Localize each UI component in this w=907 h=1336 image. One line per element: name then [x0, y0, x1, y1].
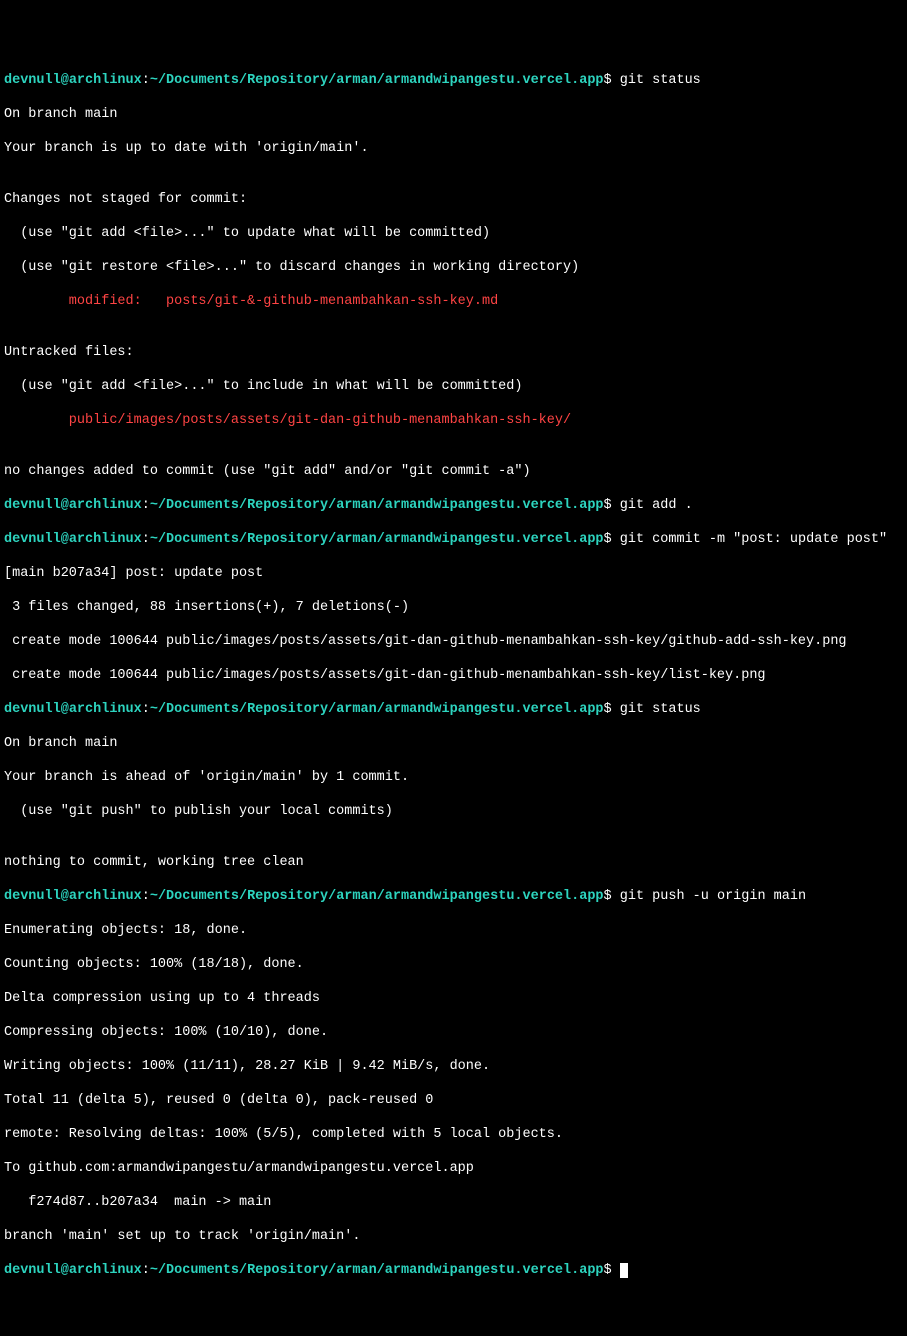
command-text: git add .: [612, 498, 693, 513]
prompt-colon: :: [142, 498, 150, 513]
prompt-at: @: [61, 532, 69, 547]
output-line: On branch main: [4, 106, 903, 123]
prompt-dollar: $: [604, 1263, 612, 1278]
output-line: Total 11 (delta 5), reused 0 (delta 0), …: [4, 1092, 903, 1109]
prompt-at: @: [61, 889, 69, 904]
output-line: remote: Resolving deltas: 100% (5/5), co…: [4, 1126, 903, 1143]
output-line: (use "git push" to publish your local co…: [4, 803, 903, 820]
output-line: On branch main: [4, 735, 903, 752]
prompt-line: devnull@archlinux:~/Documents/Repository…: [4, 72, 903, 89]
modified-file: modified: posts/git-&-github-menambahkan…: [4, 293, 903, 310]
prompt-path: ~/Documents/Repository/arman/armandwipan…: [150, 1263, 604, 1278]
output-line: Delta compression using up to 4 threads: [4, 990, 903, 1007]
prompt-colon: :: [142, 73, 150, 88]
prompt-colon: :: [142, 702, 150, 717]
output-line: Writing objects: 100% (11/11), 28.27 KiB…: [4, 1058, 903, 1075]
prompt-at: @: [61, 1263, 69, 1278]
untracked-file: public/images/posts/assets/git-dan-githu…: [4, 412, 903, 429]
prompt-user: devnull: [4, 702, 61, 717]
output-line: Untracked files:: [4, 344, 903, 361]
output-line: Enumerating objects: 18, done.: [4, 922, 903, 939]
prompt-user: devnull: [4, 1263, 61, 1278]
prompt-path: ~/Documents/Repository/arman/armandwipan…: [150, 498, 604, 513]
prompt-colon: :: [142, 1263, 150, 1278]
prompt-dollar: $: [604, 889, 612, 904]
prompt-line: devnull@archlinux:~/Documents/Repository…: [4, 701, 903, 718]
command-text: git commit -m "post: update post": [612, 532, 887, 547]
output-line: To github.com:armandwipangestu/armandwip…: [4, 1160, 903, 1177]
output-line: Counting objects: 100% (18/18), done.: [4, 956, 903, 973]
prompt-user: devnull: [4, 889, 61, 904]
output-line: nothing to commit, working tree clean: [4, 854, 903, 871]
command-text: git push -u origin main: [612, 889, 806, 904]
prompt-host: archlinux: [69, 73, 142, 88]
output-line: Compressing objects: 100% (10/10), done.: [4, 1024, 903, 1041]
prompt-dollar: $: [604, 532, 612, 547]
output-line: no changes added to commit (use "git add…: [4, 463, 903, 480]
prompt-dollar: $: [604, 702, 612, 717]
output-line: (use "git add <file>..." to include in w…: [4, 378, 903, 395]
output-line: (use "git restore <file>..." to discard …: [4, 259, 903, 276]
prompt-colon: :: [142, 889, 150, 904]
terminal-output[interactable]: devnull@archlinux:~/Documents/Repository…: [4, 72, 903, 1279]
prompt-path: ~/Documents/Repository/arman/armandwipan…: [150, 73, 604, 88]
prompt-user: devnull: [4, 532, 61, 547]
prompt-host: archlinux: [69, 498, 142, 513]
prompt-dollar: $: [604, 498, 612, 513]
output-line: [main b207a34] post: update post: [4, 565, 903, 582]
prompt-at: @: [61, 498, 69, 513]
prompt-host: archlinux: [69, 1263, 142, 1278]
prompt-dollar: $: [604, 73, 612, 88]
command-text: git status: [612, 73, 701, 88]
prompt-line: devnull@archlinux:~/Documents/Repository…: [4, 888, 903, 905]
prompt-at: @: [61, 702, 69, 717]
command-text: [612, 1263, 620, 1278]
output-line: create mode 100644 public/images/posts/a…: [4, 667, 903, 684]
output-line: create mode 100644 public/images/posts/a…: [4, 633, 903, 650]
output-line: Your branch is up to date with 'origin/m…: [4, 140, 903, 157]
prompt-path: ~/Documents/Repository/arman/armandwipan…: [150, 532, 604, 547]
prompt-colon: :: [142, 532, 150, 547]
output-line: f274d87..b207a34 main -> main: [4, 1194, 903, 1211]
output-line: branch 'main' set up to track 'origin/ma…: [4, 1228, 903, 1245]
prompt-user: devnull: [4, 73, 61, 88]
prompt-at: @: [61, 73, 69, 88]
output-line: (use "git add <file>..." to update what …: [4, 225, 903, 242]
prompt-user: devnull: [4, 498, 61, 513]
prompt-line: devnull@archlinux:~/Documents/Repository…: [4, 531, 903, 548]
prompt-path: ~/Documents/Repository/arman/armandwipan…: [150, 702, 604, 717]
output-line: Changes not staged for commit:: [4, 191, 903, 208]
command-text: git status: [612, 702, 701, 717]
prompt-host: archlinux: [69, 702, 142, 717]
output-line: Your branch is ahead of 'origin/main' by…: [4, 769, 903, 786]
prompt-line: devnull@archlinux:~/Documents/Repository…: [4, 497, 903, 514]
prompt-host: archlinux: [69, 889, 142, 904]
prompt-path: ~/Documents/Repository/arman/armandwipan…: [150, 889, 604, 904]
prompt-host: archlinux: [69, 532, 142, 547]
prompt-line: devnull@archlinux:~/Documents/Repository…: [4, 1262, 903, 1279]
cursor-icon: [620, 1263, 628, 1278]
output-line: 3 files changed, 88 insertions(+), 7 del…: [4, 599, 903, 616]
